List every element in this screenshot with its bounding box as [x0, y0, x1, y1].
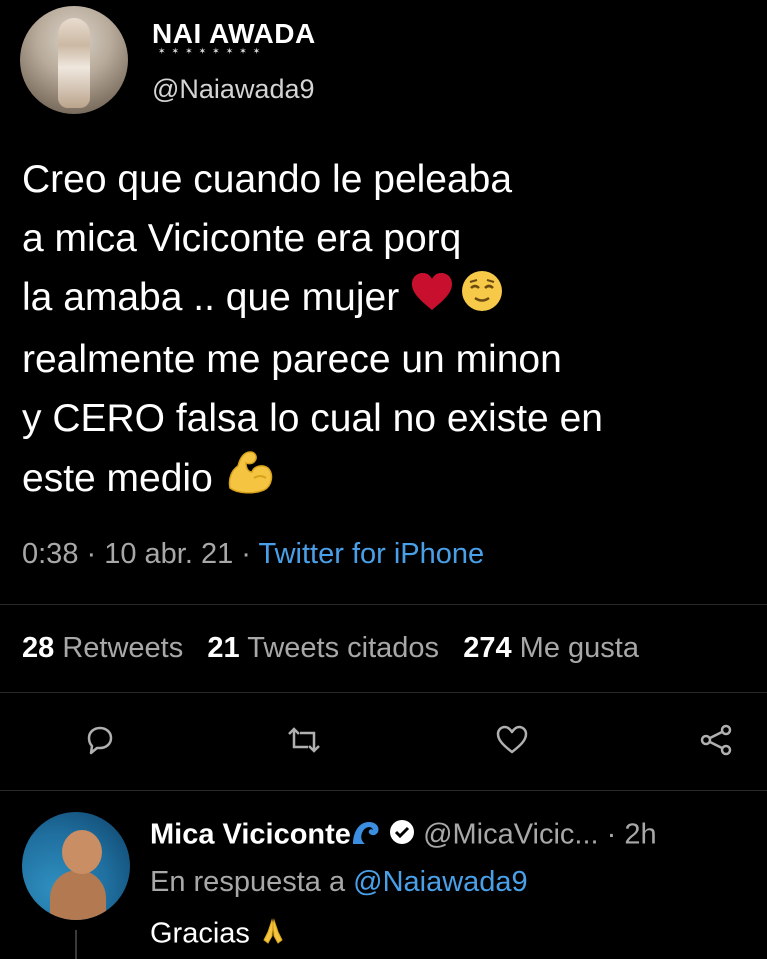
flexed-biceps-icon: [224, 448, 276, 513]
likes-stat[interactable]: 274 Me gusta: [463, 632, 639, 664]
thread-line: [75, 930, 77, 959]
tweet-stats: 28 Retweets 21 Tweets citados 274 Me gus…: [22, 632, 639, 665]
meta-separator: ·: [233, 538, 259, 570]
avatar-face: [62, 830, 102, 874]
divider: [0, 790, 767, 791]
meta-separator: ·: [598, 818, 625, 851]
heart-icon: [410, 270, 454, 329]
tweet-meta: 0:38 · 10 abr. 21 · Twitter for iPhone: [22, 538, 484, 571]
divider: [0, 604, 767, 605]
author-avatar[interactable]: [20, 6, 128, 114]
quotes-count: 21: [207, 632, 240, 664]
replying-to-label: En respuesta a: [150, 866, 346, 898]
like-icon: [495, 725, 529, 760]
author-handle[interactable]: @Naiawada9: [152, 74, 315, 105]
tweet-line: este medio: [22, 448, 757, 513]
likes-count: 274: [463, 632, 512, 664]
replying-to: En respuesta a @Naiawada9: [150, 866, 528, 899]
reply-icon: [85, 725, 115, 760]
tweet-line: realmente me parece un minon: [22, 338, 562, 382]
retweets-label: Retweets: [62, 632, 184, 664]
retweet-button[interactable]: [280, 718, 328, 766]
share-button[interactable]: [692, 718, 740, 766]
verified-icon: [389, 819, 415, 853]
tweet-line: Creo que cuando le peleaba: [22, 158, 513, 201]
tweet-line-text: la amaba .. que mujer: [22, 276, 400, 319]
wave-icon: [351, 818, 381, 854]
share-icon: [699, 723, 733, 762]
quotes-label: Tweets citados: [247, 632, 440, 664]
reply-author-name[interactable]: Mica Viciconte: [150, 819, 351, 851]
quotes-stat[interactable]: 21 Tweets citados: [207, 632, 439, 664]
tweet-source-link[interactable]: Twitter for iPhone: [258, 538, 484, 570]
likes-label: Me gusta: [519, 632, 639, 664]
tweet-line: a mica Viciconte era porq: [22, 217, 462, 260]
name-decoration-stars: ✶✶✶✶✶✶✶✶: [158, 46, 267, 56]
reply-text-content: Gracias: [150, 917, 250, 950]
divider: [0, 692, 767, 693]
avatar-figure: [50, 870, 106, 920]
reply-avatar[interactable]: [22, 812, 130, 920]
reply-time: 2h: [624, 818, 657, 851]
tweet-text: Creo que cuando le peleaba a mica Vicico…: [22, 150, 757, 513]
tweet-actions: [0, 718, 767, 768]
retweet-icon: [286, 725, 322, 760]
tweet-time: 0:38: [22, 538, 79, 570]
avatar-figure: [58, 18, 90, 108]
folded-hands-icon: [258, 916, 288, 954]
tweet-line: y CERO falsa lo cual no existe en: [22, 397, 603, 441]
reply-text: Gracias: [150, 916, 288, 954]
retweets-count: 28: [22, 632, 55, 664]
tweet-line-text: este medio: [22, 457, 213, 500]
replying-to-mention[interactable]: @Naiawada9: [353, 866, 528, 898]
reply-button[interactable]: [76, 718, 124, 766]
tweet-line: la amaba .. que mujer: [22, 268, 757, 330]
like-button[interactable]: [488, 718, 536, 766]
meta-separator: ·: [78, 538, 105, 570]
tweet-date[interactable]: 10 abr. 21: [104, 538, 233, 570]
relieved-face-icon: [460, 269, 504, 330]
retweets-stat[interactable]: 28 Retweets: [22, 632, 183, 664]
reply-author-handle[interactable]: @MicaVicic...: [423, 819, 599, 851]
reply-header: Mica Viciconte @MicaVicic... · 2h: [150, 818, 657, 854]
